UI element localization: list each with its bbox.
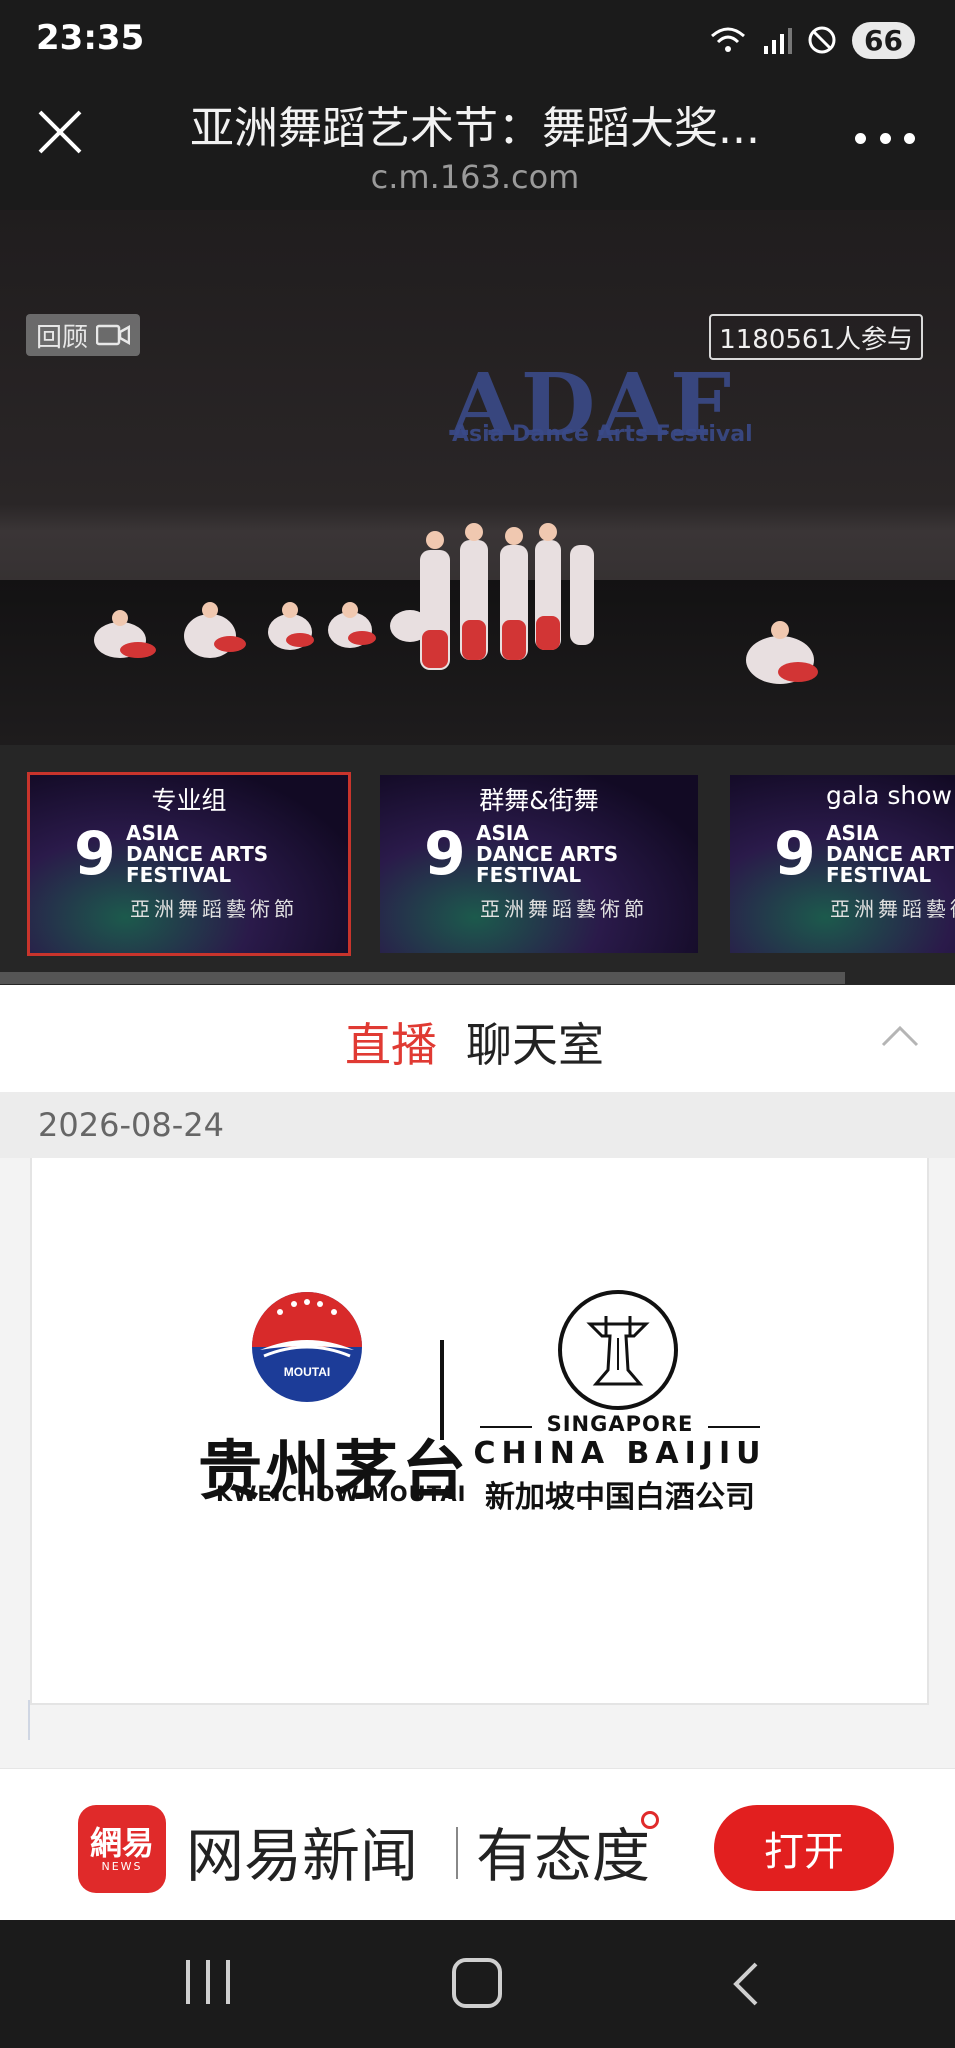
browser-header: 亚洲舞蹈艺术节：舞蹈大奖... c.m.163.com (0, 80, 955, 210)
recent-apps-icon (226, 1960, 230, 2004)
chevron-up-icon (881, 1025, 919, 1047)
episode-title: 专业组 (151, 786, 227, 815)
collapse-button[interactable] (875, 1013, 925, 1063)
page-title: 亚洲舞蹈艺术节：舞蹈大奖... (190, 103, 760, 154)
app-slogan: 有态度 (476, 1822, 651, 1890)
wifi-icon (711, 27, 746, 52)
date-text: 2026-08-24 (38, 1106, 224, 1144)
status-time: 23:35 (36, 18, 145, 58)
episode-thumb-professional[interactable]: 专业组 9 ASIA DANCE ARTS FESTIVAL 亞洲舞蹈藝術節 (27, 772, 351, 956)
festival-name: ASIA DANCE ARTS FESTIVAL (476, 823, 618, 886)
tab-chatroom[interactable]: 聊天室 (466, 1009, 604, 1075)
festival-number: 9 (424, 819, 466, 889)
episode-list: 专业组 9 ASIA DANCE ARTS FESTIVAL 亞洲舞蹈藝術節 群舞&… (0, 745, 955, 985)
timeline-rule (28, 1700, 30, 1740)
episode-title: gala show (825, 781, 952, 810)
do-not-disturb-icon (808, 26, 836, 54)
recent-apps-icon (206, 1960, 210, 2004)
app-separator (456, 1827, 458, 1879)
back-button[interactable] (726, 1960, 766, 2008)
festival-number: 9 (74, 819, 116, 889)
home-button[interactable] (452, 1958, 502, 2008)
china-baijiu-cn: 新加坡中国白酒公司 (485, 1480, 755, 1515)
netease-news-app-icon: 網易 NEWS (78, 1805, 166, 1893)
app-name: 网易新闻 (186, 1822, 419, 1890)
open-app-button[interactable]: 打开 (714, 1805, 894, 1891)
tab-live[interactable]: 直播 (345, 1009, 437, 1075)
video-player[interactable]: ADAF Asia Dance Arts Festival 回顾 1180561… (0, 210, 955, 745)
singapore-label: SINGAPORE (546, 1412, 694, 1436)
app-download-banner: 網易 NEWS 网易新闻 有态度 打开 (0, 1768, 955, 1921)
more-dot-icon (879, 132, 891, 144)
app-icon-cn: 網易 (89, 1823, 154, 1862)
slogan-dot-icon (641, 1811, 659, 1829)
participant-count: 1180561人参与 (709, 314, 923, 360)
signal-icon (764, 28, 793, 54)
recent-apps-button[interactable] (186, 1960, 230, 2004)
moutai-en-name: KWEICHOW MOUTAI (216, 1482, 467, 1506)
date-header: 2026-08-24 (0, 1092, 955, 1158)
festival-name: ASIA DANCE ARTS FESTIVAL (126, 823, 268, 886)
more-options-button[interactable] (855, 128, 915, 148)
logo-divider (440, 1340, 444, 1440)
page-url: c.m.163.com (370, 158, 580, 196)
battery-icon: 66 (852, 21, 915, 59)
moutai-logo-icon: MOUTAI (252, 1292, 362, 1402)
festival-line3: FESTIVAL (476, 863, 582, 887)
dancers-image (94, 523, 818, 684)
episode-title: 群舞&街舞 (479, 786, 599, 815)
episode-thumb-group-street[interactable]: 群舞&街舞 9 ASIA DANCE ARTS FESTIVAL 亞洲舞蹈藝術節 (380, 775, 698, 953)
video-camera-icon (96, 324, 131, 346)
festival-cn-name: 亞洲舞蹈藝術節 (480, 897, 648, 921)
festival-line3: FESTIVAL (826, 863, 932, 887)
status-icons: 66 (708, 20, 915, 60)
recent-apps-icon (186, 1960, 190, 2004)
app-icon-en: NEWS (101, 1859, 143, 1873)
more-dot-icon (855, 132, 866, 144)
status-bar: 23:35 66 (0, 0, 955, 80)
tab-bar: 直播 聊天室 (0, 985, 955, 1092)
festival-cn-name: 亞洲舞蹈藝術節 (830, 897, 955, 921)
festival-name: ASIA DANCE ARTS FESTIVAL (826, 823, 955, 886)
replay-badge: 回顾 (26, 314, 141, 356)
festival-cn-name: 亞洲舞蹈藝術節 (130, 897, 298, 921)
system-nav-bar (0, 1920, 955, 2048)
moutai-badge: MOUTAI (284, 1365, 330, 1379)
more-dot-icon (904, 132, 915, 144)
replay-label: 回顾 (36, 322, 89, 353)
festival-line3: FESTIVAL (126, 863, 232, 887)
baijiu-vessel-icon (558, 1290, 678, 1410)
close-button[interactable] (30, 102, 90, 162)
back-chevron-icon (733, 1962, 758, 2006)
close-icon (38, 110, 82, 154)
festival-number: 9 (774, 819, 816, 889)
sg-rule-right (708, 1426, 760, 1428)
episode-thumb-gala-show[interactable]: gala show 9 ASIA DANCE ARTS FESTIVAL 亞洲舞蹈藝… (730, 775, 955, 953)
episode-scrollbar[interactable] (0, 972, 845, 984)
china-baijiu-en: CHINA BAIJIU (473, 1436, 767, 1471)
